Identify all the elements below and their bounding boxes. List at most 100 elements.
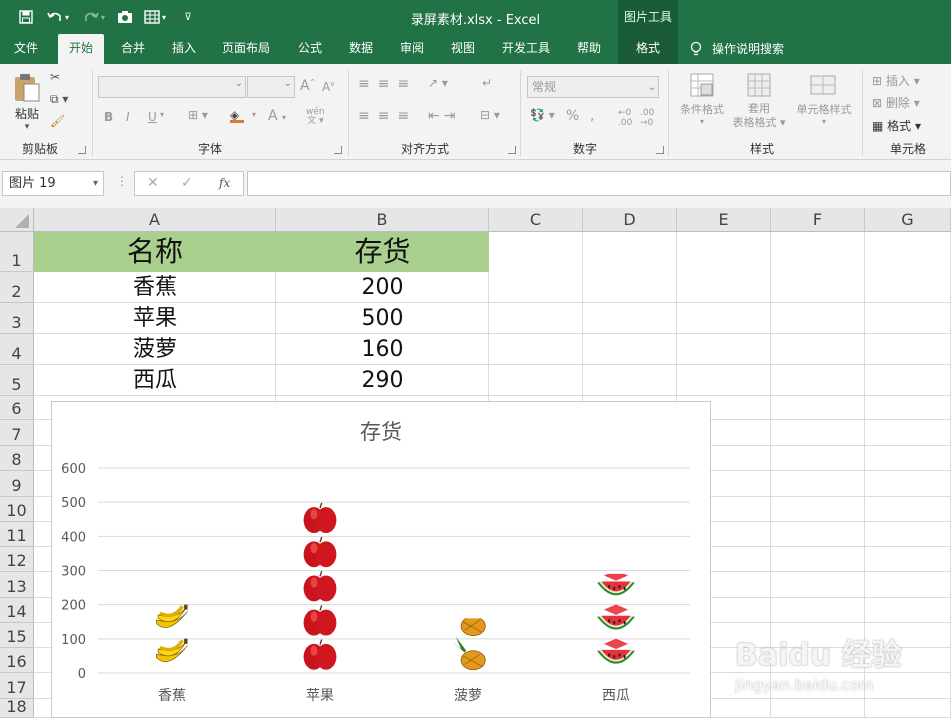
row-header-11[interactable]: 11 — [0, 522, 34, 547]
tab-help[interactable]: 帮助 — [569, 34, 609, 64]
tab-page-layout[interactable]: 页面布局 — [216, 34, 276, 64]
chart-object[interactable]: 存货 0 100 200 300 400 500 600 香蕉 苹果 菠萝 西瓜 — [51, 401, 711, 718]
bar-banana[interactable] — [156, 604, 188, 663]
column-header-a[interactable]: A — [34, 208, 276, 232]
conditional-format-button[interactable]: 条件格式 ▾ — [676, 72, 728, 126]
bar-pineapple[interactable] — [450, 603, 486, 671]
row-header-6[interactable]: 6 — [0, 396, 34, 420]
tab-developer[interactable]: 开发工具 — [495, 34, 557, 64]
alignment-launcher-icon[interactable] — [508, 146, 516, 154]
column-header-e[interactable]: E — [677, 208, 771, 232]
tab-data[interactable]: 数据 — [341, 34, 381, 64]
border-icon[interactable]: ⊞ ▾ — [188, 108, 208, 122]
copy-icon[interactable]: ⧉ ▾ — [50, 92, 68, 107]
table-cell-name[interactable]: 西瓜 — [34, 365, 276, 396]
row-header-9[interactable]: 9 — [0, 471, 34, 497]
font-size-dropdown[interactable]: ⌄ — [247, 76, 295, 98]
tab-view[interactable]: 视图 — [443, 34, 483, 64]
font-shrink-button[interactable]: Av — [322, 80, 334, 94]
cancel-icon[interactable]: ✕ — [147, 175, 159, 191]
table-cell-name[interactable]: 香蕉 — [34, 272, 276, 303]
underline-dropdown-icon[interactable]: ▾ — [160, 110, 164, 119]
underline-button[interactable]: U — [148, 110, 157, 124]
row-header-10[interactable]: 10 — [0, 497, 34, 522]
row-header-2[interactable]: 2 — [0, 272, 34, 303]
table-cell-stock[interactable]: 160 — [276, 334, 489, 365]
font-color-button[interactable]: A ▾ — [268, 108, 286, 124]
enter-icon[interactable]: ✓ — [181, 175, 193, 191]
tab-format[interactable]: 格式 — [618, 34, 678, 64]
row-header-13[interactable]: 13 — [0, 572, 34, 598]
font-name-dropdown[interactable]: ⌄ — [98, 76, 246, 98]
column-header-c[interactable]: C — [489, 208, 583, 232]
formula-input[interactable] — [247, 171, 951, 196]
orientation-icon[interactable]: ↗ ▾ — [428, 76, 448, 90]
format-painter-icon[interactable]: 🖌 — [50, 114, 65, 128]
insert-cells-button[interactable]: ⊞ 插入 ▾ — [872, 72, 920, 89]
tab-review[interactable]: 审阅 — [392, 34, 432, 64]
increase-decimal-icon[interactable]: ←0.00 — [618, 108, 632, 128]
percent-button[interactable]: % — [566, 108, 579, 124]
row-header-14[interactable]: 14 — [0, 598, 34, 623]
wrap-text-icon[interactable]: ↵ — [482, 76, 492, 90]
number-format-dropdown[interactable]: 常规 ⌄ — [527, 76, 659, 98]
currency-icon[interactable]: 💱 ▾ — [530, 108, 555, 122]
table-cell-name[interactable]: 菠萝 — [34, 334, 276, 365]
row-header-4[interactable]: 4 — [0, 334, 34, 365]
row-header-12[interactable]: 12 — [0, 547, 34, 572]
bold-button[interactable]: B — [104, 110, 113, 124]
format-cells-button[interactable]: ▦ 格式 ▾ — [872, 117, 921, 134]
header-cell-name[interactable]: 名称 — [34, 232, 276, 272]
name-box[interactable]: 图片 19 ▾ — [2, 171, 104, 196]
bar-apple[interactable] — [303, 502, 337, 670]
paste-button[interactable]: 粘贴 ▾ — [10, 72, 44, 132]
select-all-corner[interactable] — [0, 208, 34, 232]
tab-home[interactable]: 开始 — [58, 34, 104, 64]
row-header-3[interactable]: 3 — [0, 303, 34, 334]
italic-button[interactable]: I — [126, 110, 130, 124]
row-header-8[interactable]: 8 — [0, 446, 34, 471]
row-header-16[interactable]: 16 — [0, 648, 34, 673]
x-tick-label: 苹果 — [306, 688, 334, 704]
tab-file[interactable]: 文件 — [6, 34, 46, 64]
merge-center-icon[interactable]: ⊟ ▾ — [480, 108, 500, 122]
vertical-align-icons[interactable]: ≡≡≡ — [358, 76, 417, 92]
fill-color-dropdown-icon[interactable]: ▾ — [252, 110, 256, 119]
row-header-15[interactable]: 15 — [0, 623, 34, 648]
column-header-d[interactable]: D — [583, 208, 677, 232]
row-header-18[interactable]: 18 — [0, 697, 34, 718]
insert-function-button[interactable]: fx — [219, 176, 230, 190]
table-cell-stock[interactable]: 200 — [276, 272, 489, 303]
row-header-1[interactable]: 1 — [0, 232, 34, 272]
column-header-f[interactable]: F — [771, 208, 865, 232]
table-cell-stock[interactable]: 500 — [276, 303, 489, 334]
cut-icon[interactable]: ✂ — [50, 70, 60, 84]
table-cell-stock[interactable]: 290 — [276, 365, 489, 396]
row-header-7[interactable]: 7 — [0, 420, 34, 446]
indent-icons[interactable]: ⇤⇥ — [428, 108, 459, 124]
tab-formulas[interactable]: 公式 — [290, 34, 330, 64]
tell-me-search[interactable]: 操作说明搜索 — [690, 34, 784, 64]
row-header-5[interactable]: 5 — [0, 365, 34, 396]
delete-cells-button[interactable]: ⊠ 删除 ▾ — [872, 94, 920, 111]
comma-button[interactable]: , — [590, 108, 594, 124]
more-options-icon[interactable]: ⋮ — [116, 174, 128, 188]
decrease-decimal-icon[interactable]: .00 →0 — [640, 108, 654, 128]
font-grow-button[interactable]: A^ — [300, 78, 315, 94]
column-header-b[interactable]: B — [276, 208, 489, 232]
font-launcher-icon[interactable] — [334, 146, 342, 154]
phonetic-button[interactable]: wén 文 ▾ — [306, 108, 325, 126]
tab-insert[interactable]: 插入 — [164, 34, 204, 64]
clipboard-launcher-icon[interactable] — [78, 146, 86, 154]
bar-watermelon[interactable] — [597, 570, 635, 664]
number-launcher-icon[interactable] — [656, 146, 664, 154]
table-cell-name[interactable]: 苹果 — [34, 303, 276, 334]
fill-color-icon[interactable]: ◈ — [230, 108, 244, 123]
tab-merge[interactable]: 合并 — [113, 34, 153, 64]
horizontal-align-icons[interactable]: ≡≡≡ — [358, 108, 417, 124]
header-cell-stock[interactable]: 存货 — [276, 232, 489, 272]
column-header-g[interactable]: G — [865, 208, 951, 232]
cell-styles-button[interactable]: 单元格样式 ▾ — [792, 72, 856, 126]
row-header-17[interactable]: 17 — [0, 673, 34, 699]
format-as-table-button[interactable]: 套用 表格格式 ▾ — [730, 72, 788, 130]
